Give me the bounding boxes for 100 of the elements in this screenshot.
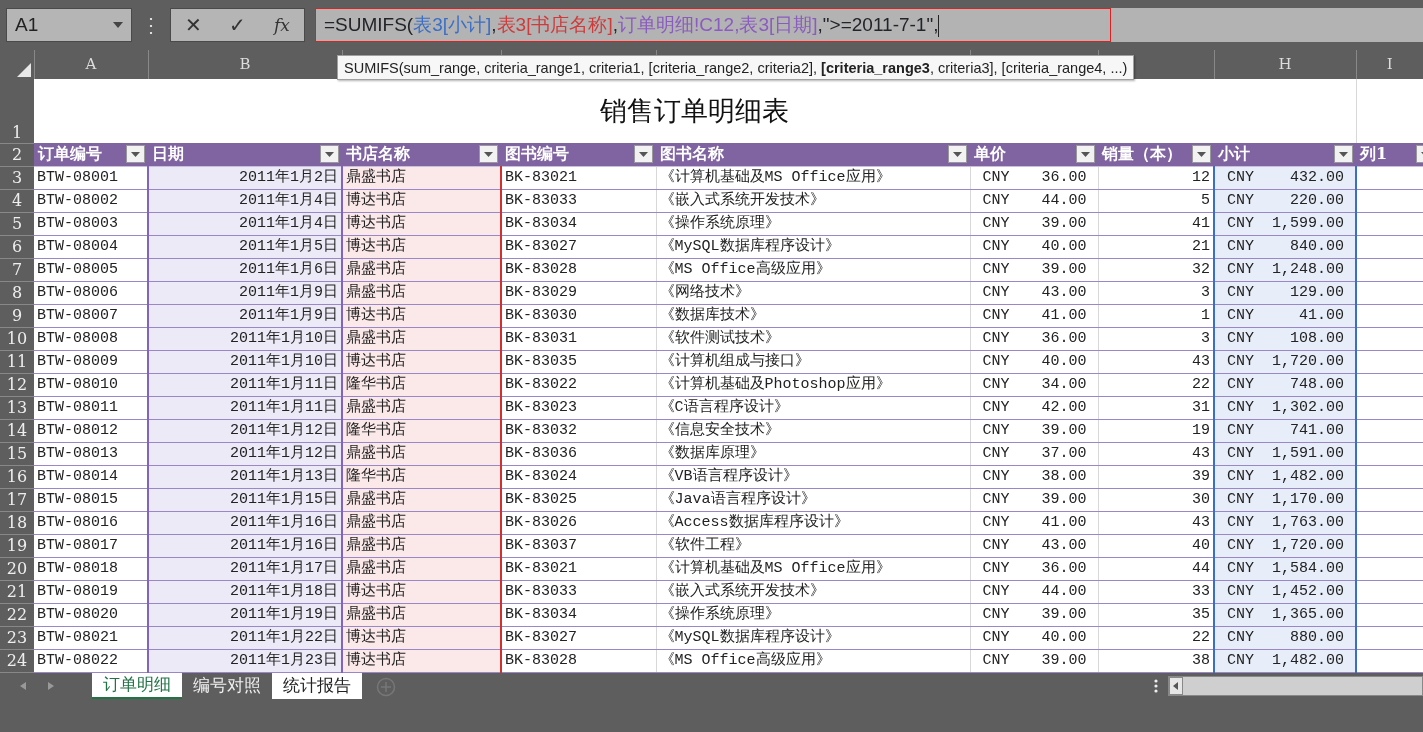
currency-text: CNY — [982, 236, 1010, 257]
currency-text: CNY — [982, 259, 1010, 280]
row-number[interactable]: 5 — [0, 212, 34, 235]
table-cell: 鼎盛书店 — [342, 258, 501, 281]
row-number[interactable]: 13 — [0, 396, 34, 419]
amount-text: 748.00 — [1290, 374, 1344, 395]
table-cell: 隆华书店 — [342, 419, 501, 442]
row-number[interactable]: 21 — [0, 580, 34, 603]
row-number[interactable]: 19 — [0, 534, 34, 557]
amount-text: 1,482.00 — [1272, 650, 1344, 671]
row-number[interactable]: 24 — [0, 649, 34, 672]
row-number[interactable]: 22 — [0, 603, 34, 626]
row-number[interactable]: 20 — [0, 557, 34, 580]
column-title: 订单编号 — [38, 143, 102, 165]
table-cell: 《操作系统原理》 — [656, 212, 970, 235]
more-options-icon[interactable]: ⋮ — [132, 10, 170, 40]
column-title: 日期 — [152, 143, 184, 165]
amount-text: 840.00 — [1290, 236, 1344, 257]
row-number[interactable]: 9 — [0, 304, 34, 327]
currency-text: CNY — [982, 167, 1010, 188]
amount-text: 1,591.00 — [1272, 443, 1344, 464]
table-cell: 博达书店 — [342, 580, 501, 603]
amount-text: 1,584.00 — [1272, 558, 1344, 579]
currency-text: CNY — [982, 650, 1010, 671]
currency-text: CNY — [1227, 420, 1254, 441]
table-cell: BK-83028 — [501, 258, 656, 281]
table-cell: BK-83031 — [501, 327, 656, 350]
amount-text: 1,720.00 — [1272, 535, 1344, 556]
formula-field[interactable]: =SUMIFS(表3[小计],表3[书店名称],订单明细!C12,表3[日期],">=2011-7-1", — [315, 8, 1111, 42]
row-number[interactable]: 18 — [0, 511, 34, 534]
cancel-button[interactable]: ✕ — [171, 9, 216, 41]
amount-text: 39.00 — [1041, 650, 1087, 671]
column-title: 单价 — [974, 143, 1006, 165]
row-number[interactable]: 4 — [0, 189, 34, 212]
row-number[interactable]: 11 — [0, 350, 34, 373]
currency-text: CNY — [1227, 328, 1254, 349]
row-number[interactable]: 8 — [0, 281, 34, 304]
column-header[interactable]: A — [34, 50, 148, 79]
amount-text: 38.00 — [1041, 466, 1087, 487]
row-number[interactable]: 16 — [0, 465, 34, 488]
row-number[interactable]: 3 — [0, 166, 34, 189]
amount-text: 1,482.00 — [1272, 466, 1344, 487]
row-number[interactable]: 23 — [0, 626, 34, 649]
column-title: 图书编号 — [505, 143, 569, 165]
insert-function-button[interactable]: fx — [259, 9, 304, 41]
currency-text: CNY — [982, 558, 1010, 579]
row-number[interactable]: 10 — [0, 327, 34, 350]
amount-text: 41.00 — [1041, 305, 1087, 326]
column-header[interactable]: I — [1356, 50, 1423, 79]
table-cell: BK-83033 — [501, 580, 656, 603]
table-cell: 《Java语言程序设计》 — [656, 488, 970, 511]
currency-text: CNY — [1227, 512, 1254, 533]
row-number[interactable]: 15 — [0, 442, 34, 465]
table-cell: 《数据库技术》 — [656, 304, 970, 327]
currency-text: CNY — [1227, 190, 1254, 211]
table-cell: 鼎盛书店 — [342, 166, 501, 189]
table-cell: BK-83025 — [501, 488, 656, 511]
currency-text: CNY — [982, 466, 1010, 487]
currency-text: CNY — [982, 190, 1010, 211]
currency-text: CNY — [1227, 213, 1254, 234]
table-cell: 《数据库原理》 — [656, 442, 970, 465]
row-number[interactable]: 1 — [0, 79, 34, 143]
column-header[interactable]: H — [1214, 50, 1356, 79]
column-title: 书店名称 — [346, 143, 410, 165]
table-cell: 2011年1月9日 — [148, 281, 342, 304]
sheet-title: 销售订单明细表 — [600, 95, 790, 126]
currency-text: CNY — [982, 604, 1010, 625]
table-cell: BK-83027 — [501, 235, 656, 258]
amount-text: 39.00 — [1041, 489, 1087, 510]
table-cell: 隆华书店 — [342, 373, 501, 396]
table-cell: 《计算机基础及MS Office应用》 — [656, 557, 970, 580]
table-cell: 博达书店 — [342, 189, 501, 212]
enter-button[interactable]: ✓ — [215, 9, 260, 41]
table-cell: 2011年1月19日 — [148, 603, 342, 626]
table-cell: BK-83030 — [501, 304, 656, 327]
amount-text: 1,302.00 — [1272, 397, 1344, 418]
amount-text: 108.00 — [1290, 328, 1344, 349]
table-cell: 2011年1月17日 — [148, 557, 342, 580]
currency-text: CNY — [1227, 604, 1254, 625]
row-number[interactable]: 7 — [0, 258, 34, 281]
amount-text: 39.00 — [1041, 259, 1087, 280]
row-number[interactable]: 17 — [0, 488, 34, 511]
table-cell: BK-83032 — [501, 419, 656, 442]
column-header[interactable]: B — [148, 50, 342, 79]
amount-text: 1,452.00 — [1272, 581, 1344, 602]
row-number[interactable]: 6 — [0, 235, 34, 258]
row-number[interactable]: 14 — [0, 419, 34, 442]
table-cell: 鼎盛书店 — [342, 511, 501, 534]
name-box[interactable]: A1 — [6, 8, 132, 42]
row-number[interactable]: 12 — [0, 373, 34, 396]
amount-text: 37.00 — [1041, 443, 1087, 464]
table-cell: 2011年1月9日 — [148, 304, 342, 327]
sheet-tab[interactable]: 统计报告 — [272, 672, 362, 699]
amount-text: 129.00 — [1290, 282, 1344, 303]
table-cell: 博达书店 — [342, 350, 501, 373]
table-cell: 2011年1月5日 — [148, 235, 342, 258]
table-cell: 《计算机组成与接口》 — [656, 350, 970, 373]
row-number[interactable]: 2 — [0, 143, 34, 166]
sheet-tab[interactable]: 订单明细 — [92, 672, 182, 699]
table-cell: 《嵌入式系统开发技术》 — [656, 189, 970, 212]
